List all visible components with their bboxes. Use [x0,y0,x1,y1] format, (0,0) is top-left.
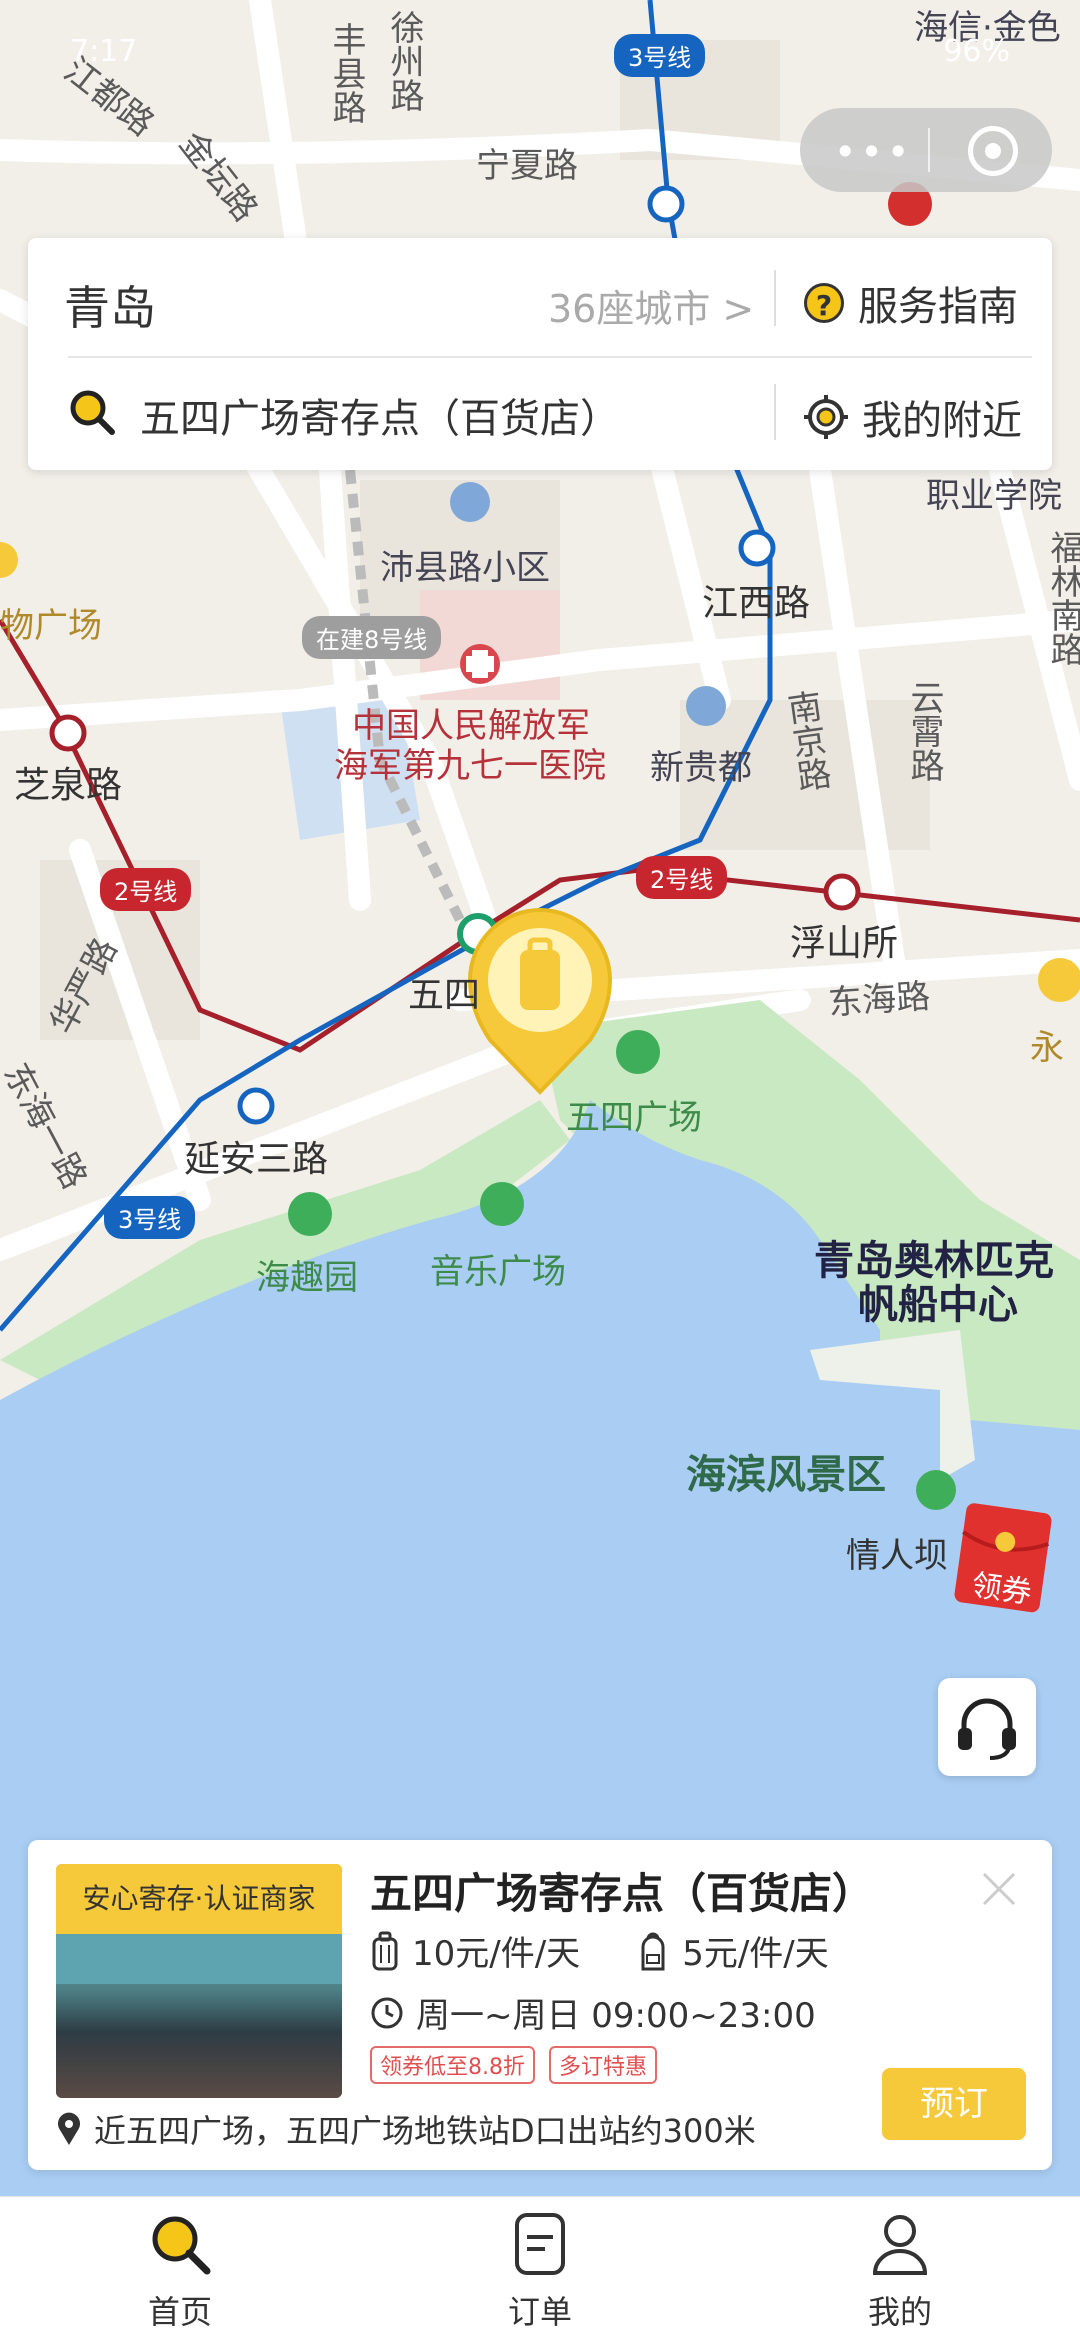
store-card[interactable]: 安心寄存·认证商家 五四广场寄存点（百货店） 10元/件/天 5元/件/天 周一… [28,1840,1052,2170]
metro-line-badge-8: 在建8号线 [302,616,442,659]
nearby-label: 我的附近 [862,398,1022,444]
store-thumbnail[interactable]: 安心寄存·认证商家 [56,1864,342,2098]
tab-home-label: 首页 [147,2293,212,2331]
opening-hours: 周一~周日 09:00~23:00 [416,1996,816,2036]
city-count-link[interactable]: 36座城市 > [548,278,754,333]
tab-me-label: 我的 [867,2293,932,2331]
search-icon [70,390,115,435]
road-label-donghai: 东海路 [826,976,932,1024]
station-label-wusi: 五四 [408,975,481,1016]
search-icon [152,2216,211,2275]
tab-home[interactable]: 首页 [80,2209,280,2333]
landmark-label-sailing: 帆船中心 [858,1282,1018,1328]
divider [774,270,776,326]
address-row: 近五四广场，五四广场地铁站D口出站约300米 [56,2106,756,2152]
status-bar: 7:17 96% [0,0,1080,100]
location-pin-icon [58,2112,80,2145]
road-label-fulin: 福林南路 [1044,530,1080,666]
order-list-icon [515,2213,565,2275]
station-label-yanan3: 延安三路 [184,1139,329,1180]
miniprogram-capsule: ••• [800,108,1052,192]
promo-tag-discount: 领券低至8.8折 [370,2046,535,2084]
store-name: 五四广场寄存点（百货店） [370,1869,875,1918]
capsule-divider [928,128,930,172]
suitcase-icon [372,1931,398,1970]
nearby-button[interactable]: 我的附近 [804,388,1022,446]
headset-icon [958,1698,1016,1760]
road-label-yunxiao: 云霄路 [904,680,944,782]
store-address: 近五四广场，五四广场地铁站D口出站约300米 [94,2112,756,2150]
poi-label-yong: 永 [1030,1028,1064,1068]
poi-label-haiquyuan: 海趣园 [256,1258,358,1298]
metro-line-badge-2-left: 2号线 [100,868,192,911]
station-label-jiangxi: 江西路 [702,583,811,624]
status-time: 7:17 [70,34,138,69]
user-icon [872,2215,928,2275]
promo-tag-multi: 多订特惠 [549,2046,658,2084]
tab-me[interactable]: 我的 [800,2209,1000,2333]
more-menu-button[interactable]: ••• [834,130,913,174]
metro-line-badge-2-right: 2号线 [636,856,728,899]
service-guide-button[interactable]: ? 服务指南 [804,274,1018,332]
tab-bar: 首页 订单 我的 [0,2196,1080,2341]
price-row: 10元/件/天 5元/件/天 [370,1926,829,1975]
road-label-ningxia: 宁夏路 [476,146,578,186]
status-battery: 96% [943,34,1010,69]
poi-label-peixian: 沛县路小区 [380,548,550,588]
city-selector[interactable]: 青岛 [64,272,156,338]
clock-icon [371,1997,403,2028]
coupon-button[interactable]: 领券 [950,1498,1060,1618]
tab-orders-label: 订单 [507,2293,572,2331]
locate-icon [804,395,848,439]
poi-label-music-square: 音乐广场 [430,1252,566,1292]
poi-label-wu-guangchang: 物广场 [0,606,102,646]
station-label-zhiquan: 芝泉路 [14,765,123,806]
landmark-label-lovers-dam: 情人坝 [846,1536,948,1576]
station-label-fushansuo: 浮山所 [790,923,899,964]
divider [68,356,1032,358]
metro-line-badge-3: 3号线 [104,1196,196,1239]
poi-label-hospital: 海军第九七一医院 [334,746,606,786]
search-card: 青岛 36座城市 > ? 服务指南 五四广场寄存点（百货店） 我的附近 [28,238,1052,470]
poi-label-wusi-square: 五四广场 [566,1098,702,1138]
hours-row: 周一~周日 09:00~23:00 [370,1988,816,2037]
tab-orders[interactable]: 订单 [440,2209,640,2333]
certified-badge: 安心寄存·认证商家 [56,1864,342,1934]
search-input[interactable]: 五四广场寄存点（百货店） [140,386,620,444]
customer-service-button[interactable] [938,1678,1036,1776]
store-sign [56,1934,342,1984]
poi-label-xingui: 新贵都 [650,748,752,788]
backpack-icon [641,1932,665,1970]
divider [774,384,776,440]
close-miniprogram-button[interactable] [968,126,1018,176]
service-guide-label: 服务指南 [858,284,1018,330]
question-icon: ? [804,283,844,323]
landmark-label-seaside: 海滨风景区 [686,1452,886,1498]
poi-label-college: 职业学院 [926,476,1062,516]
book-button[interactable]: 预订 [882,2068,1026,2140]
price-bag: 5元/件/天 [682,1934,829,1974]
coupon-label: 领券 [969,1567,1034,1611]
store-photo [56,1934,342,2098]
close-icon[interactable] [980,1870,1018,1908]
promo-tags: 领券低至8.8折 多订特惠 [370,2046,671,2084]
price-luggage: 10元/件/天 [412,1934,581,1974]
